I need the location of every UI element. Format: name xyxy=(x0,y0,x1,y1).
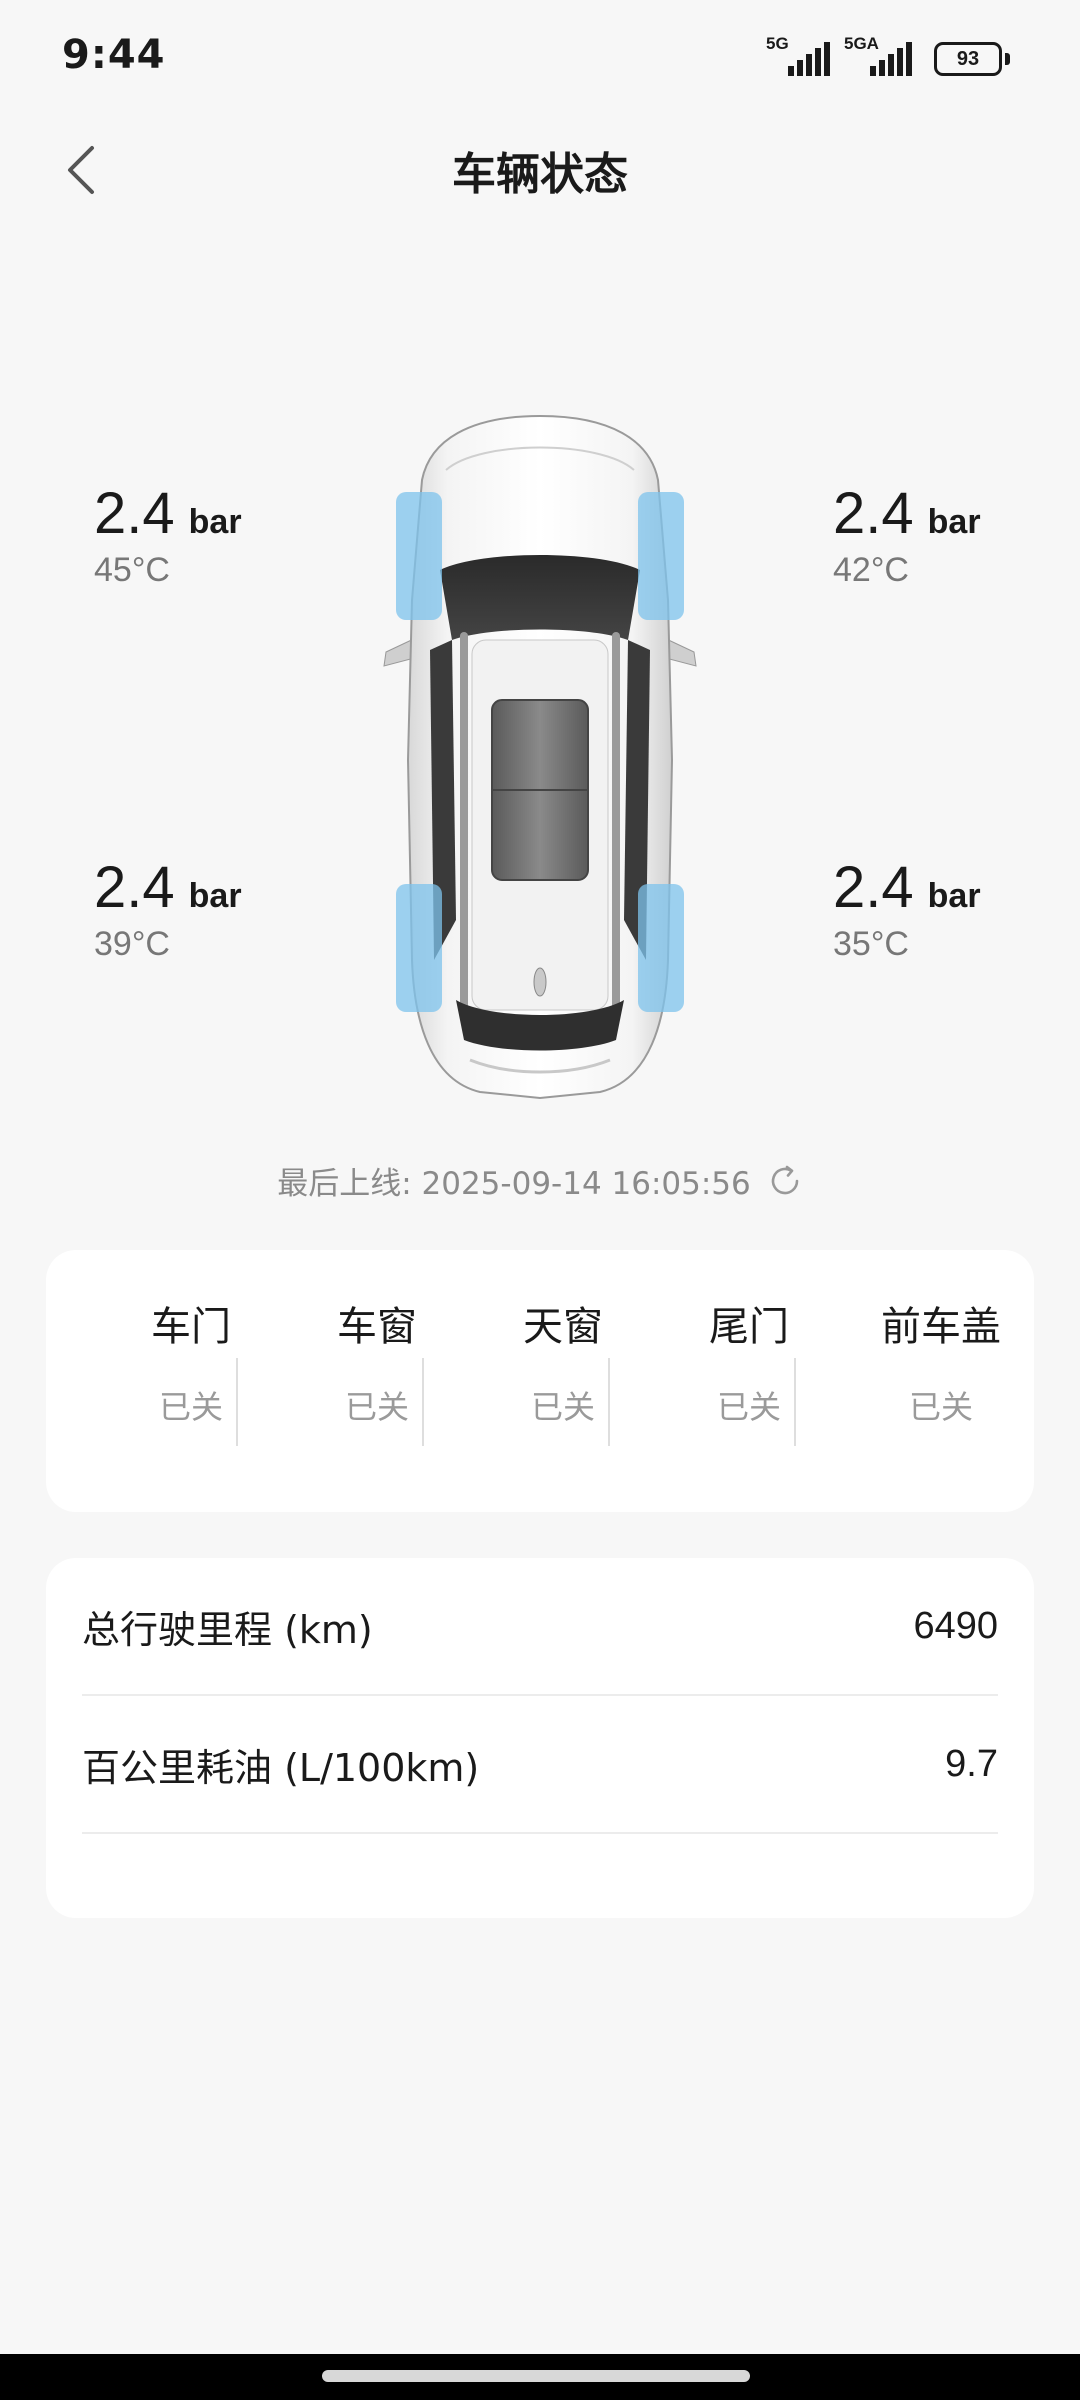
tire-pressure-unit: bar xyxy=(188,877,242,915)
tire-pressure-value: 2.4 xyxy=(833,855,914,920)
last-online-row: 最后上线: 2025-09-14 16:05:56 xyxy=(0,1158,1080,1203)
tire-pressure-unit: bar xyxy=(927,877,981,915)
home-indicator[interactable] xyxy=(322,2370,750,2382)
status-label: 车窗 xyxy=(337,1304,417,1350)
closure-status-card: 车门 已关 车窗 已关 天窗 已关 尾门 已关 前车盖 已关 xyxy=(46,1250,1034,1512)
car-top-view-image xyxy=(383,414,697,1100)
status-item-door: 车门 已关 xyxy=(86,1294,296,1428)
tire-pressure-value: 2.4 xyxy=(833,481,914,546)
tire-rear-left: 2.4 bar 39°C xyxy=(94,854,242,964)
vehicle-stats-card: 总行驶里程 (km) 6490 百公里耗油 (L/100km) 9.7 xyxy=(46,1558,1034,1918)
stat-value: 9.7 xyxy=(945,1742,998,1785)
status-item-hood: 前车盖 已关 xyxy=(836,1294,1046,1428)
status-value: 已关 xyxy=(530,1388,595,1426)
divider xyxy=(422,1358,424,1446)
stat-label: 总行驶里程 (km) xyxy=(82,1607,373,1652)
tire-temperature: 42°C xyxy=(833,551,909,589)
signal-label-1: 5G xyxy=(766,34,789,53)
status-icons: 5G 5GA 93 xyxy=(766,34,1012,80)
battery-icon: 93 xyxy=(934,42,1012,76)
tire-rear-right-indicator xyxy=(638,884,684,1012)
tire-front-right-indicator xyxy=(638,492,684,620)
tire-front-right: 2.4 bar 42°C xyxy=(833,480,981,590)
divider xyxy=(608,1358,610,1446)
stat-label: 百公里耗油 (L/100km) xyxy=(82,1745,480,1790)
status-value: 已关 xyxy=(716,1388,781,1426)
stat-value: 6490 xyxy=(913,1604,998,1647)
tire-pressure-value: 2.4 xyxy=(94,855,175,920)
stat-row-fuel-consumption: 百公里耗油 (L/100km) 9.7 xyxy=(82,1696,998,1834)
tire-temperature: 35°C xyxy=(833,925,909,963)
tire-pressure-unit: bar xyxy=(927,503,981,541)
divider xyxy=(236,1358,238,1446)
divider xyxy=(794,1358,796,1446)
status-label: 前车盖 xyxy=(881,1304,1001,1350)
status-time: 9:44 xyxy=(62,32,166,78)
page-title: 车辆状态 xyxy=(452,149,628,200)
tire-status-panel: 2.4 bar 45°C 2.4 bar 42°C 2.4 bar 39°C 2… xyxy=(0,400,1080,1120)
tire-front-left-indicator xyxy=(396,492,442,620)
signal-5g-icon: 5G xyxy=(766,34,834,80)
status-value: 已关 xyxy=(344,1388,409,1426)
tire-front-left: 2.4 bar 45°C xyxy=(94,480,242,590)
status-item-window: 车窗 已关 xyxy=(272,1294,482,1428)
status-label: 天窗 xyxy=(523,1304,603,1350)
stat-row-mileage: 总行驶里程 (km) 6490 xyxy=(82,1558,998,1696)
status-item-tailgate: 尾门 已关 xyxy=(644,1294,854,1428)
last-online-text: 最后上线: 2025-09-14 16:05:56 xyxy=(277,1166,751,1202)
battery-level: 93 xyxy=(956,47,980,70)
tire-temperature: 39°C xyxy=(94,925,170,963)
signal-5ga-icon: 5GA xyxy=(844,34,916,80)
tire-pressure-value: 2.4 xyxy=(94,481,175,546)
tire-rear-left-indicator xyxy=(396,884,442,1012)
status-bar: 9:44 5G 5GA 93 xyxy=(0,0,1080,120)
header: 车辆状态 xyxy=(0,120,1080,220)
status-label: 车门 xyxy=(151,1304,231,1350)
tire-pressure-unit: bar xyxy=(188,503,242,541)
status-item-sunroof: 天窗 已关 xyxy=(458,1294,668,1428)
tire-rear-right: 2.4 bar 35°C xyxy=(833,854,981,964)
status-value: 已关 xyxy=(158,1388,223,1426)
refresh-icon[interactable] xyxy=(767,1163,803,1199)
status-label: 尾门 xyxy=(709,1304,789,1350)
status-value: 已关 xyxy=(908,1388,973,1426)
tire-temperature: 45°C xyxy=(94,551,170,589)
